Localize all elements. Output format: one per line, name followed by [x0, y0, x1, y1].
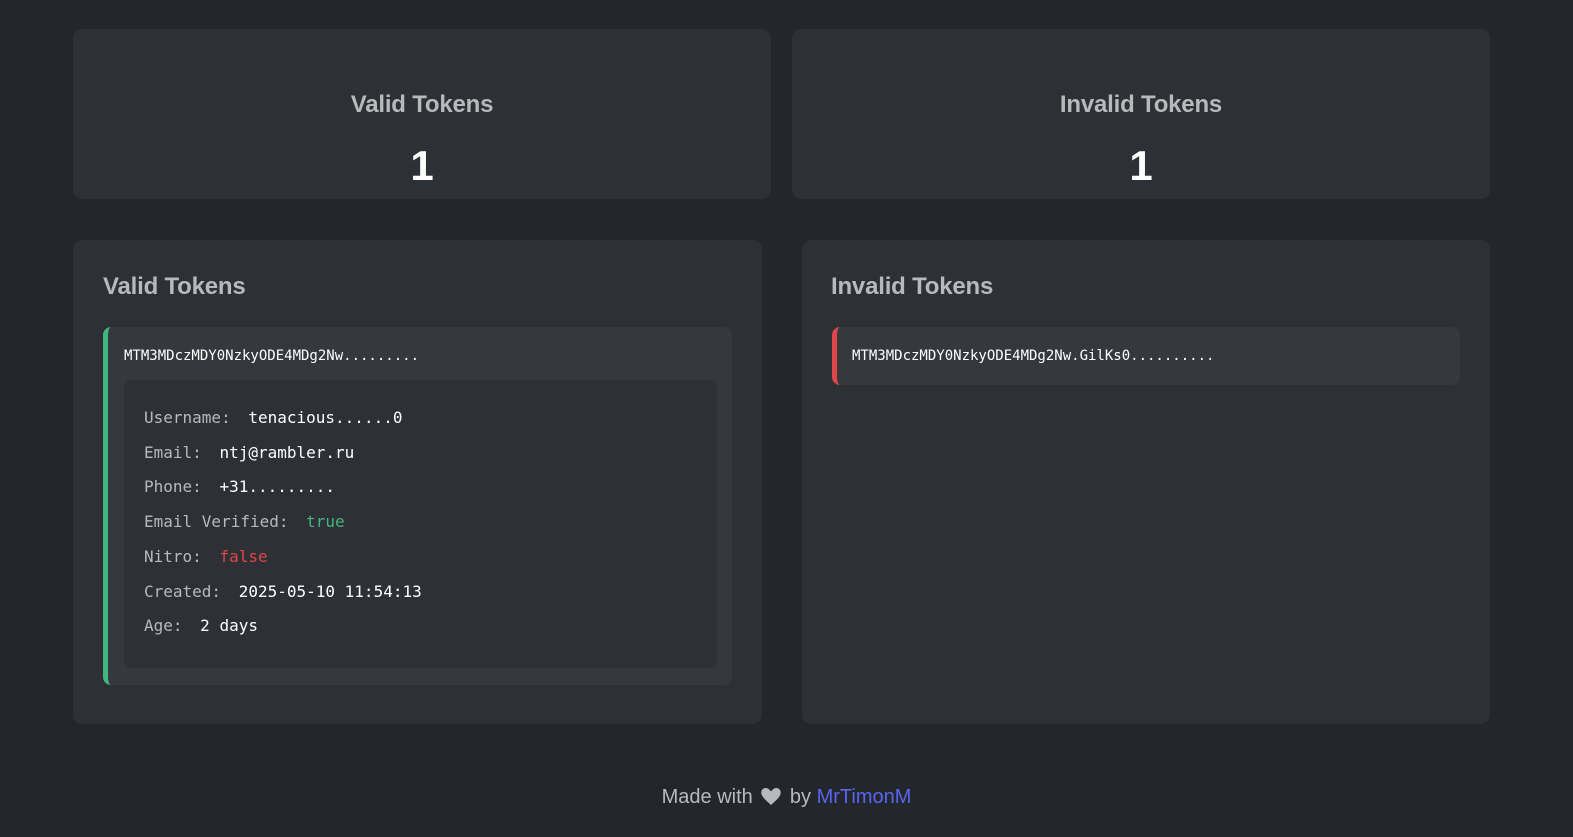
nitro-row: Nitro: false	[144, 547, 268, 566]
nitro-value: false	[219, 547, 268, 566]
token-checker-page: Valid Tokens 1 Invalid Tokens 1 Valid To…	[0, 0, 1573, 837]
email-label: Email:	[144, 443, 202, 462]
invalid-tokens-stat-title: Invalid Tokens	[1059, 91, 1223, 118]
email-verified-value: true	[306, 512, 345, 531]
email-verified-label: Email Verified:	[144, 512, 289, 531]
valid-token-string: MTM3MDczMDY0NzkyODE4MDg2Nw.........	[124, 348, 420, 364]
nitro-label: Nitro:	[144, 547, 202, 566]
username-label: Username:	[144, 408, 231, 427]
age-row: Age: 2 days	[144, 616, 258, 635]
author-link[interactable]: MrTimonM	[817, 786, 912, 808]
created-label: Created:	[144, 582, 222, 601]
invalid-token-string: MTM3MDczMDY0NzkyODE4MDg2Nw.GilKs0.......…	[852, 348, 1215, 364]
username-value: tenacious......0	[248, 408, 403, 427]
email-value: ntj@rambler.ru	[219, 443, 355, 462]
created-row: Created: 2025-05-10 11:54:13	[144, 582, 422, 601]
valid-tokens-count: 1	[410, 142, 434, 189]
valid-tokens-panel-title: Valid Tokens	[103, 273, 246, 300]
created-value: 2025-05-10 11:54:13	[238, 582, 422, 601]
username-row: Username: tenacious......0	[144, 408, 402, 427]
footer: Made with by MrTimonM	[0, 786, 1573, 809]
phone-row: Phone: +31.........	[144, 477, 335, 496]
valid-tokens-stat-card: Valid Tokens 1	[73, 29, 771, 199]
heart-icon	[761, 786, 782, 809]
age-value: 2 days	[200, 616, 258, 635]
invalid-tokens-panel	[802, 240, 1490, 724]
footer-by: by	[789, 786, 812, 808]
phone-value: +31.........	[219, 477, 336, 496]
invalid-tokens-count: 1	[1129, 142, 1153, 189]
invalid-tokens-stat-card: Invalid Tokens 1	[792, 29, 1490, 199]
phone-label: Phone:	[144, 477, 202, 496]
valid-tokens-stat-title: Valid Tokens	[350, 91, 494, 118]
email-row: Email: ntj@rambler.ru	[144, 443, 354, 462]
footer-made-with: Made with	[661, 786, 753, 808]
age-label: Age:	[144, 616, 183, 635]
invalid-tokens-panel-title: Invalid Tokens	[831, 273, 994, 300]
email-verified-row: Email Verified: true	[144, 512, 345, 531]
